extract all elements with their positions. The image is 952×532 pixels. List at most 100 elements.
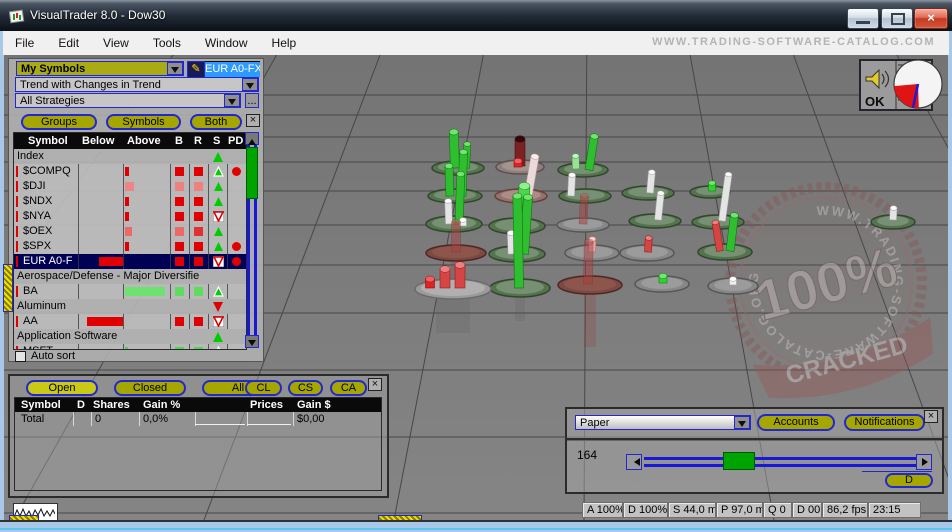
price-disc[interactable] xyxy=(698,244,752,260)
close-icon: × xyxy=(372,378,378,390)
price-cylinder-red[interactable] xyxy=(455,262,465,288)
price-cylinder-whiteblob[interactable] xyxy=(730,277,737,285)
price-cylinder-white[interactable] xyxy=(568,173,576,197)
auto-sort-option[interactable]: Auto sort xyxy=(15,350,75,362)
close-button[interactable]: × xyxy=(914,8,948,29)
symbol-set-dropdown[interactable]: My Symbols xyxy=(16,61,184,76)
symbol-row[interactable]: $DJI xyxy=(14,179,246,194)
trend-up-icon xyxy=(213,286,224,297)
price-cylinder-green[interactable] xyxy=(449,129,459,168)
scroll-down-icon[interactable] xyxy=(245,335,259,348)
menu-file[interactable]: File xyxy=(3,33,46,53)
col-header-below[interactable]: Below xyxy=(82,135,114,147)
title-bar[interactable]: VisualTrader 8.0 - Dow30 × xyxy=(0,0,952,31)
action-button-cs[interactable]: CS xyxy=(288,380,323,396)
price-cylinder-redghost[interactable] xyxy=(452,219,461,252)
symbol-row[interactable]: $OEX xyxy=(14,224,246,239)
price-cylinder-green[interactable] xyxy=(445,163,454,196)
auto-sort-checkbox[interactable] xyxy=(15,351,26,362)
day-button[interactable]: D xyxy=(885,473,933,488)
slider-right-icon[interactable] xyxy=(916,454,932,470)
scroll-up-icon[interactable] xyxy=(245,132,259,145)
time-slider-thumb[interactable] xyxy=(723,452,755,470)
col-header-pd[interactable]: PD xyxy=(228,135,243,147)
group-row[interactable]: Aerospace/Defense - Major Diversifie xyxy=(14,269,246,284)
v-scroll-thumb[interactable] xyxy=(3,264,13,312)
filter-button-open[interactable]: Open xyxy=(26,380,98,396)
action-button-cl[interactable]: CL xyxy=(245,380,282,396)
chevron-down-icon[interactable] xyxy=(734,416,750,429)
menu-edit[interactable]: Edit xyxy=(46,33,91,53)
cell-divider xyxy=(123,314,124,329)
price-cylinder-white[interactable] xyxy=(445,199,453,225)
price-cylinder-palegreen[interactable] xyxy=(572,154,580,170)
price-cylinder-redblob[interactable] xyxy=(426,276,435,288)
symbol-row[interactable]: BA xyxy=(14,284,246,299)
price-cylinder-redghost[interactable] xyxy=(579,193,589,224)
col-header-s[interactable]: S xyxy=(213,135,220,147)
reversal-square xyxy=(194,317,203,326)
account-dropdown[interactable]: Paper xyxy=(575,415,751,430)
view-button-groups[interactable]: Groups xyxy=(21,114,97,130)
trend-up-icon xyxy=(213,166,224,177)
scrollbar-thumb[interactable] xyxy=(246,147,258,199)
close-panel-button[interactable]: × xyxy=(246,114,260,127)
reversal-square xyxy=(194,167,203,176)
filter-button-closed[interactable]: Closed xyxy=(114,380,186,396)
price-cylinder-redblob[interactable] xyxy=(514,158,522,167)
price-cylinder-red[interactable] xyxy=(440,266,450,288)
price-cylinder-white[interactable] xyxy=(890,206,898,221)
edit-symbols-button[interactable]: ✎ xyxy=(187,61,205,78)
menu-tools[interactable]: Tools xyxy=(141,33,193,53)
more-strategies-button[interactable]: ... xyxy=(245,93,259,108)
chevron-down-icon[interactable] xyxy=(224,94,240,107)
strategy-filter-dropdown[interactable]: All Strategies xyxy=(15,93,241,108)
symbols-scrollbar[interactable] xyxy=(245,132,259,348)
col-header-b[interactable]: B xyxy=(175,135,183,147)
minimize-button[interactable] xyxy=(847,8,879,29)
price-cylinder-red[interactable] xyxy=(645,236,653,253)
cell-divider xyxy=(78,284,79,299)
price-cylinder-green[interactable] xyxy=(455,171,465,224)
group-row[interactable]: Aluminum xyxy=(14,299,246,314)
status-cell-5: D 00 xyxy=(792,502,822,518)
symbol-row[interactable]: $COMPQ xyxy=(14,164,246,179)
col-header-above[interactable]: Above xyxy=(127,135,161,147)
symbol-row[interactable]: AA xyxy=(14,314,246,329)
close-account-button[interactable]: × xyxy=(924,410,938,423)
price-disc[interactable] xyxy=(428,189,482,203)
symbols-panel: My Symbols ✎ EUR A0-FX Trend with Change… xyxy=(8,58,264,362)
price-cylinder-greenblob[interactable] xyxy=(709,181,716,191)
symbol-row[interactable]: $NYA xyxy=(14,209,246,224)
status-cell-3: P 97,0 ms xyxy=(716,502,763,518)
chevron-down-icon[interactable] xyxy=(167,62,183,75)
close-positions-button[interactable]: × xyxy=(368,378,382,391)
price-cylinder-green[interactable] xyxy=(513,193,524,288)
price-disc[interactable] xyxy=(558,163,608,177)
symbol-row[interactable]: $SPX xyxy=(14,239,246,254)
trend-filter-dropdown[interactable]: Trend with Changes in Trend xyxy=(15,77,259,92)
price-cylinder-greenblob[interactable] xyxy=(659,273,667,283)
col-header-r[interactable]: R xyxy=(194,135,202,147)
strategy-filter-value: All Strategies xyxy=(20,95,85,107)
menu-help[interactable]: Help xyxy=(260,33,309,53)
menu-view[interactable]: View xyxy=(91,33,141,53)
symbol-row[interactable]: $NDX xyxy=(14,194,246,209)
chevron-down-icon[interactable] xyxy=(242,78,258,91)
action-button-ca[interactable]: CA xyxy=(330,380,367,396)
accounts-button[interactable]: Accounts xyxy=(757,414,835,431)
symbol-row[interactable]: EUR A0-F xyxy=(14,254,246,269)
menu-window[interactable]: Window xyxy=(193,33,260,53)
slider-left-icon[interactable] xyxy=(626,454,642,470)
view-button-both[interactable]: Both xyxy=(190,114,242,130)
col-header-symbol[interactable]: Symbol xyxy=(28,135,68,147)
status-cell-6: 86,2 fps xyxy=(822,502,868,518)
time-slider-track[interactable] xyxy=(644,457,917,467)
group-row[interactable]: Application Software xyxy=(14,329,246,344)
price-cylinder-redghost[interactable] xyxy=(584,239,594,284)
symbol-input[interactable]: EUR A0-FX xyxy=(205,61,260,77)
notifications-button[interactable]: Notifications xyxy=(844,414,925,431)
group-row[interactable]: Index xyxy=(14,149,246,164)
view-button-symbols[interactable]: Symbols xyxy=(106,114,181,130)
maximize-button[interactable] xyxy=(881,8,913,29)
